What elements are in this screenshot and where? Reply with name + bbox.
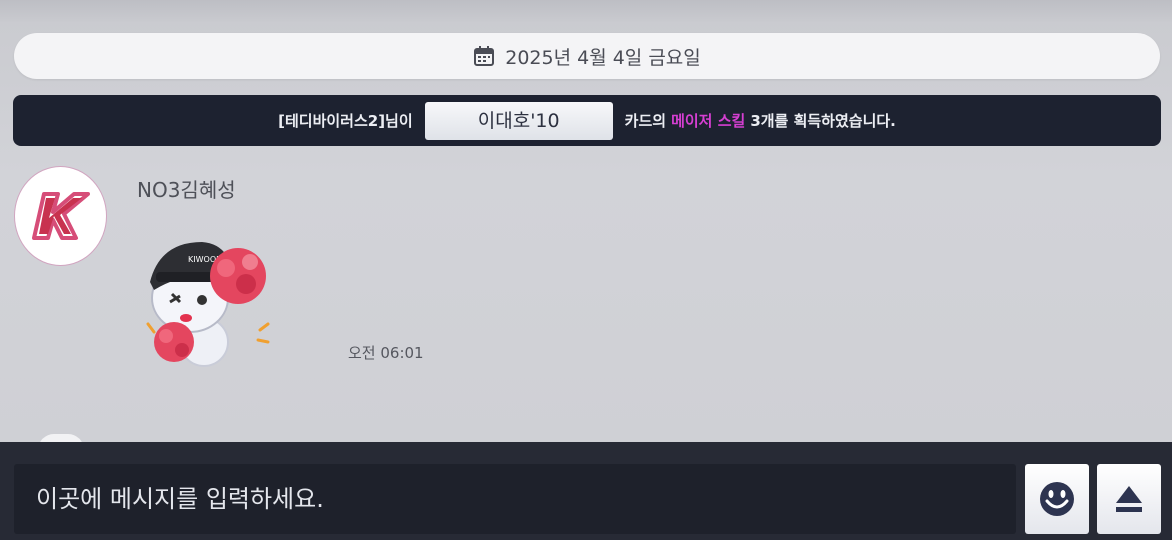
notice-middle: 카드의: [624, 112, 667, 130]
notice-highlight: 메이저 스킬: [671, 112, 746, 130]
message-time: 오전 06:01: [348, 344, 424, 362]
player-card-name[interactable]: 이대호'10: [424, 101, 613, 140]
top-edge: [0, 0, 1172, 22]
message-input[interactable]: 이곳에 메시지를 입력하세요.: [14, 464, 1016, 534]
cheerleader-sticker[interactable]: KIWOOM: [140, 232, 280, 372]
team-k-logo: [31, 192, 90, 240]
system-notice: [테디바이러스2]님이 이대호'10 카드의 메이저 스킬 3개를 획득하였습니…: [13, 95, 1161, 146]
date-text: 2025년 4월 4일 금요일: [505, 46, 701, 69]
date-banner: 2025년 4월 4일 금요일: [14, 33, 1160, 79]
avatar[interactable]: [15, 167, 106, 265]
notice-prefix: [테디바이러스2]님이: [278, 112, 413, 130]
chat-area[interactable]: 2025년 4월 4일 금요일 [테디바이러스2]님이 이대호'10 카드의 메…: [0, 0, 1172, 442]
smiley-icon: [1040, 482, 1074, 516]
calendar-icon: [474, 46, 495, 66]
notice-suffix: 3개를 획득하였습니다.: [750, 112, 896, 130]
emoji-button[interactable]: [1025, 464, 1089, 534]
next-avatar: [38, 434, 84, 442]
sender-name: NO3김혜성: [137, 178, 236, 202]
eject-send-icon: [1116, 486, 1142, 512]
send-button[interactable]: [1097, 464, 1161, 534]
